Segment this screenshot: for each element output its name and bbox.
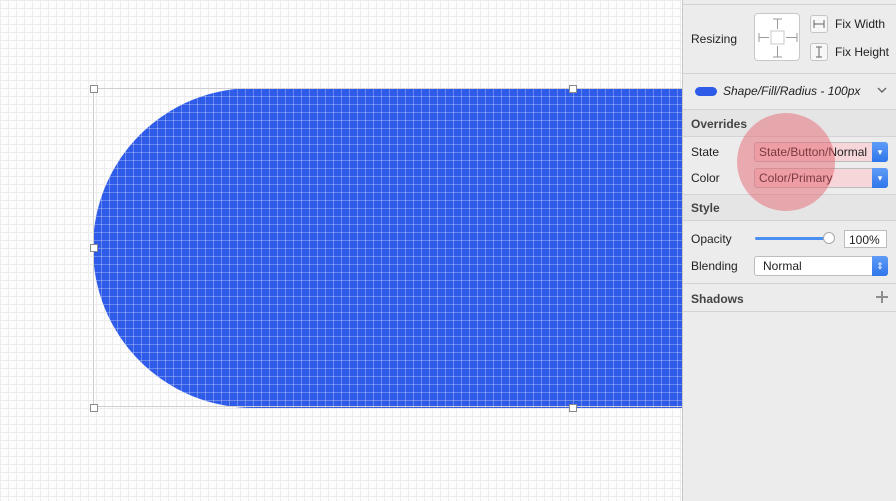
add-shadow-plus-icon[interactable] [876, 291, 888, 303]
opacity-slider-track[interactable] [755, 237, 831, 240]
fix-width-icon[interactable] [810, 15, 828, 33]
app-window: Resizing Fix Width Fix Height Shape/Fill… [0, 0, 896, 501]
override-color-label: Color [691, 171, 720, 185]
shadows-title: Shadows [691, 292, 744, 306]
opacity-label: Opacity [691, 232, 732, 246]
fix-height-icon[interactable] [810, 43, 828, 61]
divider [683, 220, 896, 221]
shared-style-swatch-icon [695, 87, 717, 96]
overrides-title: Overrides [691, 117, 748, 131]
blending-value: Normal [763, 259, 802, 273]
override-state-label: State [691, 145, 720, 159]
inspector-panel: Resizing Fix Width Fix Height Shape/Fill… [682, 0, 896, 501]
divider [683, 73, 896, 74]
stepper-chevron-icon: ⇕ [872, 256, 888, 276]
chevron-down-icon[interactable] [877, 86, 887, 94]
fix-height-label[interactable]: Fix Height [835, 45, 889, 59]
blending-select[interactable]: Normal ⇕ [754, 256, 888, 276]
opacity-slider-thumb[interactable] [823, 232, 835, 244]
select-chevron-icon: ▾ [872, 142, 888, 162]
divider [683, 4, 896, 5]
click-highlight-overlay [737, 113, 835, 211]
resize-handle-top-left[interactable] [90, 85, 98, 93]
blending-label: Blending [691, 259, 738, 273]
resize-handle-bottom-center[interactable] [569, 404, 577, 412]
constraints-diagram-icon [758, 18, 798, 58]
resize-handle-middle-left[interactable] [90, 244, 98, 252]
divider [683, 311, 896, 312]
resizing-constraints-widget[interactable] [754, 13, 800, 61]
resize-handle-bottom-left[interactable] [90, 404, 98, 412]
resizing-label: Resizing [691, 32, 738, 46]
resize-handle-top-center[interactable] [569, 85, 577, 93]
select-chevron-icon: ▾ [872, 168, 888, 188]
design-canvas[interactable] [0, 0, 682, 501]
shared-style-name[interactable]: Shape/Fill/Radius - 100px [723, 84, 860, 98]
opacity-input[interactable]: 100% [844, 230, 887, 248]
style-title: Style [691, 201, 720, 215]
fix-width-label[interactable]: Fix Width [835, 17, 885, 31]
selection-bounding-box [93, 88, 682, 407]
divider [683, 283, 896, 284]
